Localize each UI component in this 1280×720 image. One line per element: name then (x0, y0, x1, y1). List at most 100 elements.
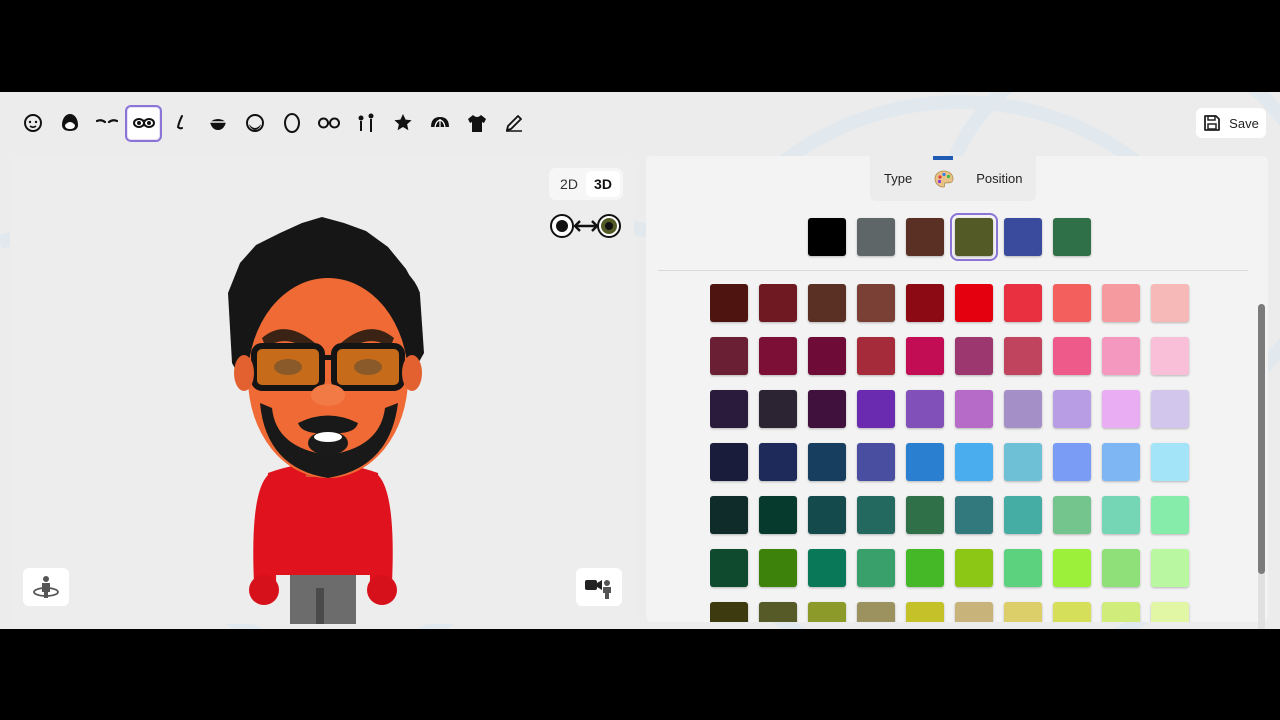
palette-color-swatch[interactable] (1053, 337, 1091, 375)
palette-color-swatch[interactable] (1151, 284, 1189, 322)
palette-color-swatch[interactable] (906, 443, 944, 481)
tool-hair[interactable] (51, 105, 88, 142)
palette-color-swatch[interactable] (710, 337, 748, 375)
palette-color-swatch[interactable] (808, 549, 846, 587)
palette-color-swatch[interactable] (1053, 549, 1091, 587)
tool-ears[interactable] (273, 105, 310, 142)
tool-glasses[interactable] (310, 105, 347, 142)
tab-position[interactable]: Position (976, 156, 1022, 201)
palette-color-swatch[interactable] (1102, 337, 1140, 375)
palette-color-swatch[interactable] (955, 284, 993, 322)
palette-color-swatch[interactable] (1102, 443, 1140, 481)
palette-color-swatch[interactable] (857, 496, 895, 534)
palette-color-swatch[interactable] (1151, 337, 1189, 375)
palette-color-swatch[interactable] (759, 602, 797, 622)
palette-color-swatch[interactable] (1053, 284, 1091, 322)
palette-color-swatch[interactable] (1053, 602, 1091, 622)
palette-color-swatch[interactable] (1102, 390, 1140, 428)
palette-color-swatch[interactable] (1004, 337, 1042, 375)
palette-color-swatch[interactable] (906, 337, 944, 375)
palette-color-swatch[interactable] (857, 443, 895, 481)
tool-eyebrows[interactable] (88, 105, 125, 142)
palette-color-swatch[interactable] (808, 337, 846, 375)
palette-color-swatch[interactable] (955, 549, 993, 587)
palette-color-swatch[interactable] (906, 284, 944, 322)
primary-color-swatch[interactable] (857, 218, 895, 256)
palette-color-swatch[interactable] (1004, 284, 1042, 322)
tool-edit-pencil[interactable] (495, 105, 532, 142)
tool-beard[interactable] (236, 105, 273, 142)
tool-mouth[interactable] (199, 105, 236, 142)
palette-color-swatch[interactable] (857, 284, 895, 322)
tool-hat[interactable] (421, 105, 458, 142)
palette-color-swatch[interactable] (1053, 496, 1091, 534)
primary-color-swatch[interactable] (808, 218, 846, 256)
palette-color-swatch[interactable] (955, 602, 993, 622)
tool-nose[interactable] (162, 105, 199, 142)
primary-color-swatch[interactable] (1053, 218, 1091, 256)
palette-color-swatch[interactable] (710, 549, 748, 587)
palette-color-swatch[interactable] (1004, 602, 1042, 622)
palette-color-swatch[interactable] (955, 390, 993, 428)
palette-color-swatch[interactable] (1102, 602, 1140, 622)
palette-color-swatch[interactable] (857, 549, 895, 587)
palette-color-swatch[interactable] (857, 602, 895, 622)
tab-color[interactable] (933, 156, 954, 201)
palette-color-swatch[interactable] (710, 496, 748, 534)
palette-color-swatch[interactable] (808, 602, 846, 622)
palette-color-swatch[interactable] (808, 443, 846, 481)
palette-color-swatch[interactable] (1102, 496, 1140, 534)
palette-color-swatch[interactable] (759, 284, 797, 322)
palette-color-swatch[interactable] (710, 284, 748, 322)
palette-color-swatch[interactable] (906, 549, 944, 587)
palette-color-swatch[interactable] (808, 390, 846, 428)
palette-color-swatch[interactable] (906, 496, 944, 534)
palette-color-swatch[interactable] (906, 602, 944, 622)
tool-shirt[interactable] (458, 105, 495, 142)
palette-color-swatch[interactable] (1151, 549, 1189, 587)
mode-2d-button[interactable]: 2D (552, 171, 586, 197)
mode-3d-button[interactable]: 3D (586, 171, 620, 197)
tab-type[interactable]: Type (884, 156, 912, 201)
palette-color-swatch[interactable] (759, 443, 797, 481)
eye-swap-icon[interactable] (550, 212, 622, 240)
palette-color-swatch[interactable] (1053, 443, 1091, 481)
palette-color-swatch[interactable] (1004, 549, 1042, 587)
palette-color-swatch[interactable] (1151, 390, 1189, 428)
palette-color-swatch[interactable] (1004, 443, 1042, 481)
tool-favorite-star[interactable] (384, 105, 421, 142)
tool-face-shape[interactable] (14, 105, 51, 142)
palette-color-swatch[interactable] (857, 337, 895, 375)
palette-color-swatch[interactable] (759, 549, 797, 587)
tool-height[interactable] (347, 105, 384, 142)
palette-color-swatch[interactable] (1102, 284, 1140, 322)
palette-color-swatch[interactable] (808, 284, 846, 322)
panel-scrollbar[interactable] (1258, 304, 1265, 629)
palette-color-swatch[interactable] (1004, 496, 1042, 534)
palette-color-swatch[interactable] (1102, 549, 1140, 587)
primary-color-swatch[interactable] (1004, 218, 1042, 256)
palette-color-swatch[interactable] (906, 390, 944, 428)
palette-color-swatch[interactable] (1004, 390, 1042, 428)
palette-color-swatch[interactable] (759, 337, 797, 375)
palette-color-swatch[interactable] (857, 390, 895, 428)
palette-color-swatch[interactable] (1151, 602, 1189, 622)
palette-color-swatch[interactable] (759, 496, 797, 534)
primary-color-swatch[interactable] (906, 218, 944, 256)
palette-color-swatch[interactable] (710, 443, 748, 481)
camera-pose-button[interactable] (576, 568, 622, 606)
primary-color-swatch[interactable] (950, 213, 998, 261)
save-button[interactable]: Save (1196, 108, 1266, 138)
palette-color-swatch[interactable] (1053, 390, 1091, 428)
palette-color-swatch[interactable] (1151, 443, 1189, 481)
palette-color-swatch[interactable] (955, 443, 993, 481)
palette-color-swatch[interactable] (808, 496, 846, 534)
palette-color-swatch[interactable] (955, 337, 993, 375)
palette-color-swatch[interactable] (759, 390, 797, 428)
palette-color-swatch[interactable] (1151, 496, 1189, 534)
scrollbar-thumb[interactable] (1258, 304, 1265, 574)
palette-color-swatch[interactable] (955, 496, 993, 534)
palette-color-swatch[interactable] (710, 602, 748, 622)
rotate-avatar-button[interactable] (23, 568, 69, 606)
palette-color-swatch[interactable] (710, 390, 748, 428)
